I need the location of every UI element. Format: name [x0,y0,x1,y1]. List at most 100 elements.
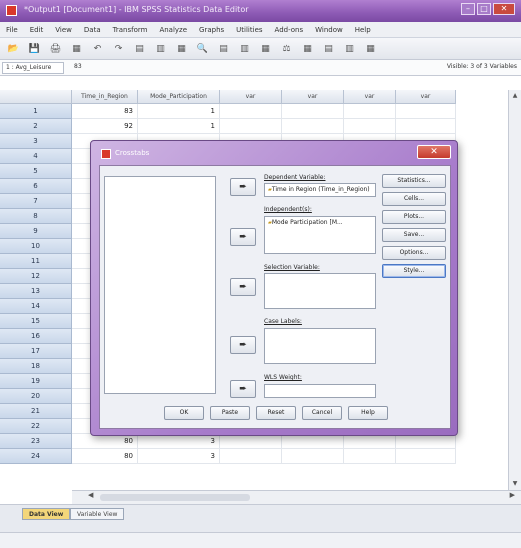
statistics-button[interactable]: Statistics... [382,174,446,188]
empty-cell[interactable] [344,449,396,464]
select-cases-icon[interactable]: ▦ [300,42,315,56]
row-header[interactable]: 17 [0,344,72,359]
reset-button[interactable]: Reset [256,406,296,420]
table-cell[interactable]: 1 [138,119,220,134]
dialog-recall-icon[interactable]: ▦ [69,42,84,56]
find-icon[interactable]: 🔍 [195,42,210,56]
row-header[interactable]: 8 [0,209,72,224]
maximize-button[interactable]: □ [477,3,491,15]
wls-field[interactable] [264,384,376,398]
table-cell[interactable]: 80 [72,434,138,449]
scroll-thumb[interactable] [100,494,250,501]
menu-help[interactable]: Help [355,26,371,34]
use-sets-icon[interactable]: ▥ [342,42,357,56]
row-header[interactable]: 14 [0,299,72,314]
table-cell[interactable]: 1 [138,104,220,119]
row-header[interactable]: 23 [0,434,72,449]
ok-button[interactable]: OK [164,406,204,420]
redo-icon[interactable]: ↷ [111,42,126,56]
tab-variable-view[interactable]: Variable View [70,508,125,520]
undo-icon[interactable]: ↶ [90,42,105,56]
empty-cell[interactable] [282,119,344,134]
empty-cell[interactable] [344,434,396,449]
empty-cell[interactable] [396,434,456,449]
column-header[interactable]: var [344,90,396,104]
table-cell[interactable]: 92 [72,119,138,134]
menu-edit[interactable]: Edit [30,26,44,34]
empty-cell[interactable] [396,449,456,464]
source-variable-list[interactable] [104,176,216,394]
goto-variable-icon[interactable]: ▥ [153,42,168,56]
row-header[interactable]: 19 [0,374,72,389]
cancel-button[interactable]: Cancel [302,406,342,420]
table-cell[interactable]: 3 [138,449,220,464]
row-header[interactable]: 5 [0,164,72,179]
plots-button[interactable]: Plots... [382,210,446,224]
goto-case-icon[interactable]: ▤ [132,42,147,56]
independent-variable-item[interactable]: Mode Participation [M... [268,219,343,226]
row-header[interactable]: 6 [0,179,72,194]
column-header[interactable]: var [282,90,344,104]
empty-cell[interactable] [220,449,282,464]
print-icon[interactable]: 🖨 [48,42,63,56]
column-header[interactable]: Mode_Participation [138,90,220,104]
move-case-labels-arrow-icon[interactable]: ➨ [230,336,256,354]
scroll-down-icon[interactable]: ▼ [509,478,521,490]
row-header[interactable]: 16 [0,329,72,344]
row-header[interactable]: 1 [0,104,72,119]
empty-cell[interactable] [220,104,282,119]
row-header[interactable]: 7 [0,194,72,209]
column-header[interactable]: var [396,90,456,104]
row-header[interactable]: 12 [0,269,72,284]
empty-cell[interactable] [220,119,282,134]
close-button[interactable]: ✕ [493,3,515,15]
row-header[interactable]: 2 [0,119,72,134]
move-dependent-arrow-icon[interactable]: ➨ [230,178,256,196]
empty-cell[interactable] [282,434,344,449]
menu-utilities[interactable]: Utilities [236,26,262,34]
cells-button[interactable]: Cells... [382,192,446,206]
case-labels-field[interactable] [264,328,376,364]
row-header[interactable]: 9 [0,224,72,239]
scroll-right-icon[interactable]: ▶ [510,491,515,499]
dependent-variable-item[interactable]: Time in Region (Time_in_Region) [268,186,370,193]
menu-data[interactable]: Data [84,26,101,34]
menu-window[interactable]: Window [315,26,343,34]
selection-field[interactable] [264,273,376,309]
vertical-scrollbar[interactable]: ▲ ▼ [508,90,521,490]
row-header[interactable]: 13 [0,284,72,299]
row-header[interactable]: 21 [0,404,72,419]
empty-cell[interactable] [344,104,396,119]
move-wls-arrow-icon[interactable]: ➨ [230,380,256,398]
horizontal-scrollbar[interactable]: ◀ ▶ [72,490,521,504]
row-header[interactable]: 4 [0,149,72,164]
move-selection-arrow-icon[interactable]: ➨ [230,278,256,296]
options-button[interactable]: Options... [382,246,446,260]
row-header[interactable]: 20 [0,389,72,404]
variables-icon[interactable]: ▦ [174,42,189,56]
cell-name-box[interactable]: 1 : Avg_Leisure [2,62,64,74]
tab-data-view[interactable]: Data View [22,508,71,520]
row-header[interactable]: 24 [0,449,72,464]
table-cell[interactable]: 80 [72,449,138,464]
open-icon[interactable]: 📂 [6,42,21,56]
empty-cell[interactable] [282,449,344,464]
show-all-icon[interactable]: ▦ [363,42,378,56]
table-cell[interactable]: 3 [138,434,220,449]
minimize-button[interactable]: – [461,3,475,15]
scroll-up-icon[interactable]: ▲ [509,90,521,102]
column-header[interactable]: var [220,90,282,104]
empty-cell[interactable] [344,119,396,134]
empty-cell[interactable] [220,434,282,449]
value-labels-icon[interactable]: ▤ [321,42,336,56]
row-header[interactable]: 10 [0,239,72,254]
row-header[interactable]: 22 [0,419,72,434]
save-icon[interactable]: 💾 [27,42,42,56]
insert-variable-icon[interactable]: ▥ [237,42,252,56]
scroll-left-icon[interactable]: ◀ [88,491,93,499]
empty-cell[interactable] [396,119,456,134]
help-button[interactable]: Help [348,406,388,420]
insert-cases-icon[interactable]: ▤ [216,42,231,56]
style-button[interactable]: Style... [382,264,446,278]
menu-transform[interactable]: Transform [113,26,148,34]
